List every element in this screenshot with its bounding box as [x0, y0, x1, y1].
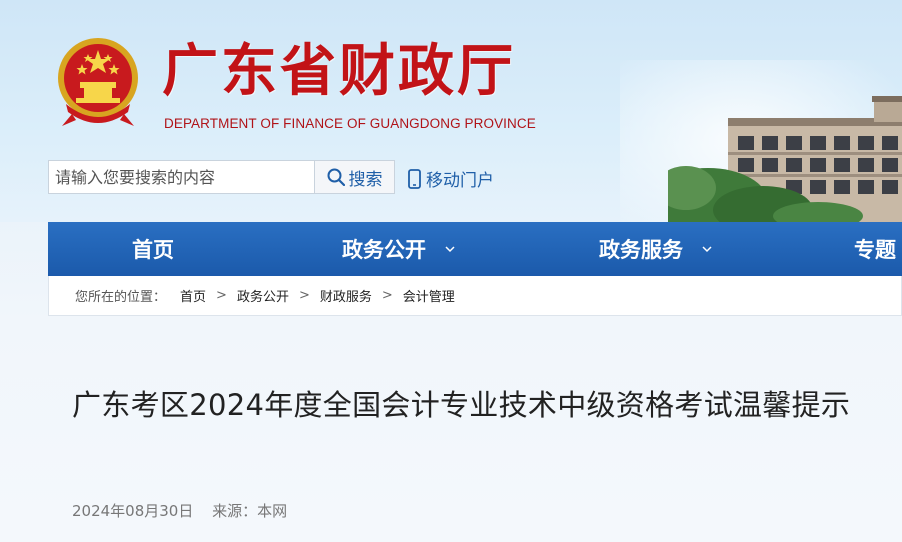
nav-item-label: 政务服务	[599, 238, 683, 262]
breadcrumb-item-government-affairs[interactable]: 政务公开	[237, 286, 289, 305]
nav-item-government-services[interactable]: 政务服务	[599, 222, 713, 276]
chevron-down-icon	[702, 246, 712, 253]
chevron-down-icon	[445, 246, 455, 253]
main-nav: 首页 政务公开 政务服务 专题	[48, 222, 902, 276]
nav-item-home[interactable]: 首页	[132, 222, 174, 276]
nav-item-label: 政务公开	[342, 238, 426, 262]
breadcrumb-item-home[interactable]: 首页	[180, 286, 206, 305]
nav-item-label: 专题	[854, 238, 896, 262]
mobile-phone-icon	[408, 168, 421, 189]
breadcrumb-item-finance-services[interactable]: 财政服务	[320, 286, 372, 305]
government-building-image	[668, 96, 902, 222]
header-banner: 广东省财政厅 DEPARTMENT OF FINANCE OF GUANGDON…	[0, 0, 902, 222]
breadcrumb-separator: >	[381, 288, 393, 303]
site-subtitle: DEPARTMENT OF FINANCE OF GUANGDONG PROVI…	[164, 116, 536, 131]
national-emblem-icon	[58, 38, 138, 126]
article-source: 来源：本网	[212, 502, 288, 520]
breadcrumb-separator: >	[298, 288, 310, 303]
article-meta: 2024年08月30日 来源：本网	[72, 500, 301, 521]
nav-item-label: 首页	[132, 238, 174, 262]
breadcrumb-separator: >	[216, 288, 227, 303]
search-button[interactable]: 搜索	[314, 160, 395, 194]
breadcrumb-prefix: 您所在的位置：	[75, 290, 167, 305]
search-input[interactable]	[48, 160, 314, 194]
mobile-portal-link[interactable]: 移动门户	[408, 166, 494, 191]
site-title: 广东省财政厅	[162, 38, 516, 104]
search-button-label: 搜索	[348, 169, 383, 190]
nav-item-topics[interactable]: 专题	[854, 222, 896, 276]
search-icon	[327, 168, 345, 186]
breadcrumb: 您所在的位置： 首页 > 政务公开 > 财政服务 > 会计管理	[48, 276, 902, 316]
nav-item-government-affairs[interactable]: 政务公开	[342, 222, 456, 276]
mobile-portal-label: 移动门户	[426, 171, 494, 191]
article-date: 2024年08月30日	[72, 502, 194, 520]
article-title: 广东考区2024年度全国会计专业技术中级资格考试温馨提示	[72, 388, 851, 422]
breadcrumb-item-accounting-management[interactable]: 会计管理	[403, 286, 455, 305]
